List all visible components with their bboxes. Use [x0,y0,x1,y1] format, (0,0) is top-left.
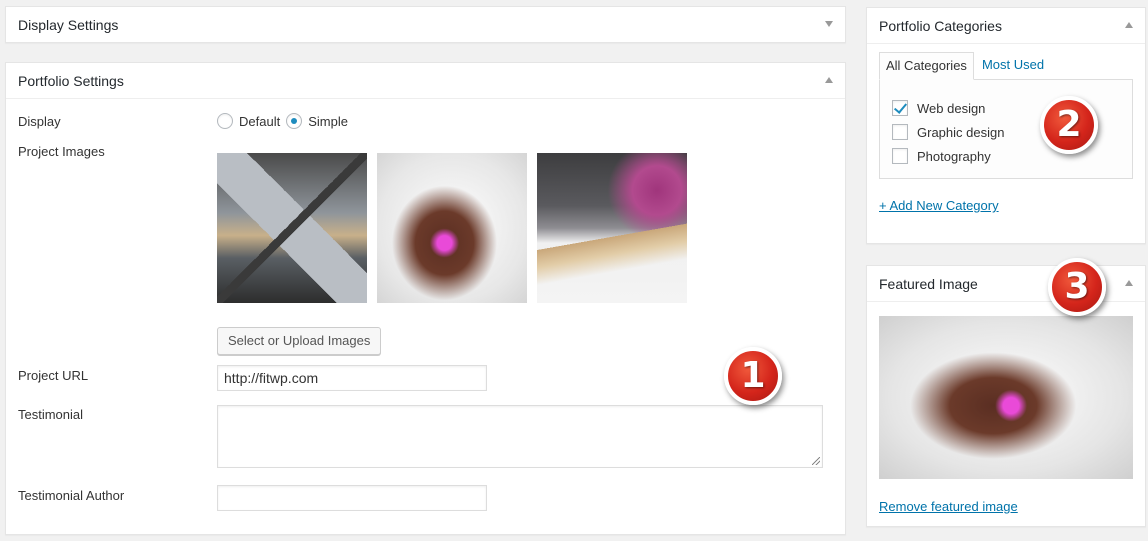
project-images-label: Project Images [18,144,105,159]
project-image-thumbnail[interactable] [537,153,687,303]
collapse-arrow-icon[interactable] [1125,280,1133,286]
collapse-arrow-icon[interactable] [1125,22,1133,28]
project-url-label: Project URL [18,368,89,383]
featured-image-preview[interactable] [879,316,1133,479]
testimonial-author-input[interactable] [217,485,487,511]
remove-featured-image-link[interactable]: Remove featured image [879,499,1018,514]
testimonial-textarea[interactable] [217,405,823,468]
portfolio-settings-header[interactable]: Portfolio Settings [6,63,845,99]
collapse-arrow-icon[interactable] [825,21,833,27]
select-upload-images-button[interactable]: Select or Upload Images [217,327,382,355]
number-badge-2: 2 [1040,96,1098,154]
photography-checkbox[interactable] [892,148,908,164]
number-badge-3: 3 [1048,258,1106,316]
add-new-category-link[interactable]: + Add New Category [879,198,999,213]
tab-all-categories[interactable]: All Categories [879,52,974,80]
featured-image-box: Featured Image Remove featured image [866,265,1146,527]
portfolio-categories-header[interactable]: Portfolio Categories [867,8,1145,44]
project-image-thumbnail[interactable] [377,153,527,303]
featured-image-title: Featured Image [879,276,978,292]
category-label: Photography [917,148,991,164]
display-simple-label: Simple [308,113,348,129]
category-tabs: All Categories Most Used [879,52,1050,80]
category-label: Web design [917,100,986,116]
portfolio-settings-title: Portfolio Settings [18,73,124,89]
display-radio-group: Default Simple [217,113,348,129]
display-default-label: Default [239,113,281,129]
project-url-input[interactable]: http://fitwp.com [217,365,487,391]
portfolio-categories-box: Portfolio Categories All Categories Most… [866,7,1146,244]
resize-grip-icon[interactable] [812,457,820,465]
web-design-checkbox[interactable] [892,100,908,116]
project-image-thumbnail[interactable] [217,153,367,303]
number-badge-1: 1 [724,347,782,405]
testimonial-author-label: Testimonial Author [18,488,125,503]
display-simple-radio[interactable] [286,113,303,129]
tab-most-used[interactable]: Most Used [974,52,1050,80]
testimonial-label: Testimonial [18,407,84,422]
display-settings-header[interactable]: Display Settings [6,7,845,43]
portfolio-settings-box: Portfolio Settings Display Default Simpl… [5,62,846,535]
portfolio-categories-title: Portfolio Categories [879,18,1002,34]
graphic-design-checkbox[interactable] [892,124,908,140]
display-settings-box: Display Settings [5,6,846,43]
collapse-arrow-icon[interactable] [825,77,833,83]
display-label: Display [18,114,61,129]
display-settings-title: Display Settings [18,17,119,33]
category-label: Graphic design [917,124,1005,140]
project-images-gallery [217,153,687,303]
display-default-radio[interactable] [217,113,233,129]
